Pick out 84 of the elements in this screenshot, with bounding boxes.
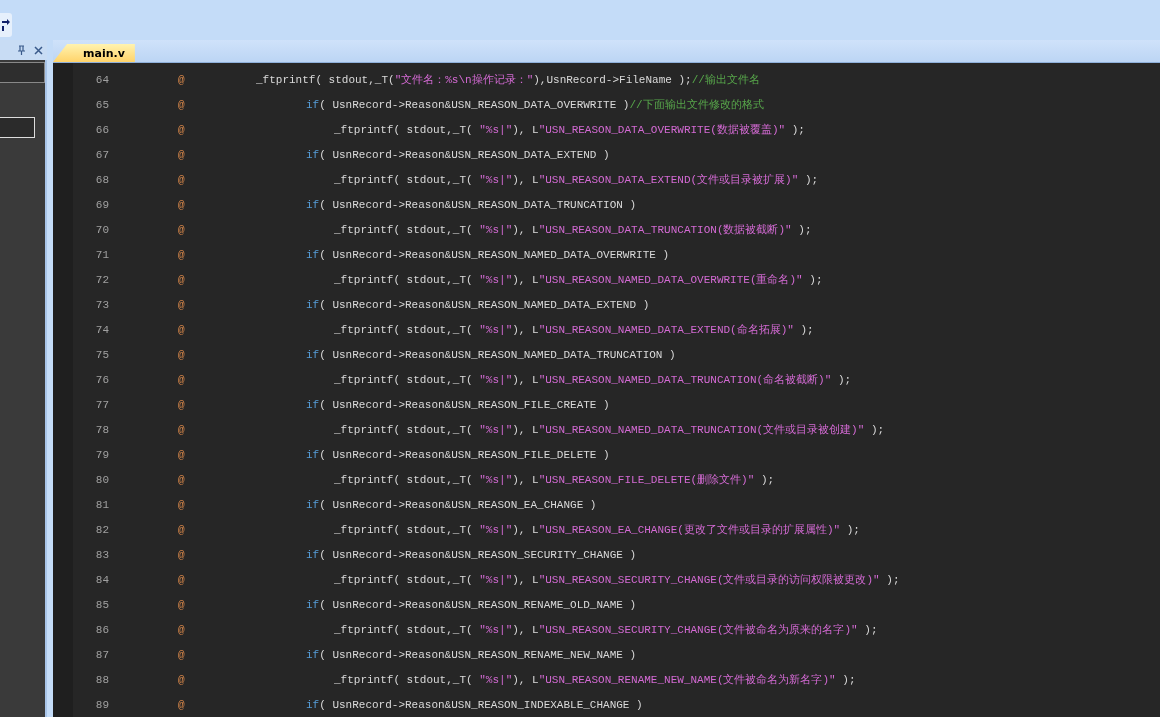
- line-number: 87: [94, 648, 109, 661]
- line-number: 88: [94, 673, 109, 686]
- line-marker: @: [178, 373, 186, 386]
- line-marker: @: [178, 98, 186, 111]
- line-marker: @: [178, 423, 186, 436]
- line-marker: @: [178, 448, 186, 461]
- line-number: 84: [94, 573, 109, 586]
- code-line: _ftprintf( stdout,_T( "%s|"), L"USN_REASON_NAMED_DATA_EXTEND(命名拓展)" );: [334, 323, 814, 337]
- code-line: if( UsnRecord->Reason&USN_REASON_RENAME_NEW_NAME ): [306, 648, 637, 661]
- line-number: 85: [94, 598, 109, 611]
- line-marker: @: [178, 198, 186, 211]
- line-marker: @: [178, 123, 186, 136]
- code-line: if( UsnRecord->Reason&USN_REASON_DATA_EXTEND ): [306, 148, 610, 161]
- line-marker: @: [178, 298, 186, 311]
- line-marker: @: [178, 148, 186, 161]
- line-number: 75: [94, 348, 109, 361]
- line-number: 81: [94, 498, 109, 511]
- line-marker: @: [178, 523, 186, 536]
- code-line: if( UsnRecord->Reason&USN_REASON_DATA_TRUNCATION ): [306, 198, 637, 211]
- code-line: _ftprintf( stdout,_T( "%s|"), L"USN_REASON_DATA_EXTEND(文件或目录被扩展)" );: [334, 173, 819, 187]
- code-line: _ftprintf( stdout,_T( "%s|"), L"USN_REASON_NAMED_DATA_OVERWRITE(重命名)" );: [334, 273, 823, 287]
- line-marker: @: [178, 573, 186, 586]
- code-line: if( UsnRecord->Reason&USN_REASON_INDEXABLE_CHANGE ): [306, 698, 643, 711]
- code-line: _ftprintf( stdout,_T( "%s|"), L"USN_REASON_FILE_DELETE(删除文件)" );: [334, 473, 775, 487]
- line-number: 83: [94, 548, 109, 561]
- line-marker: @: [178, 323, 186, 336]
- line-marker: @: [178, 548, 186, 561]
- line-marker: @: [178, 623, 186, 636]
- line-number: 68: [94, 173, 109, 186]
- arrow-icon: [2, 19, 10, 31]
- line-marker: @: [178, 173, 186, 186]
- code-line: if( UsnRecord->Reason&USN_REASON_DATA_OVERWRITE )//下面输出文件修改的格式: [306, 98, 764, 112]
- code-line: _ftprintf( stdout,_T( "%s|"), L"USN_REASON_EA_CHANGE(更改了文件或目录的扩展属性)" );: [334, 523, 860, 537]
- toolbar-button[interactable]: [0, 13, 12, 37]
- line-number: 69: [94, 198, 109, 211]
- code-line: if( UsnRecord->Reason&USN_REASON_SECURITY_CHANGE ): [306, 548, 637, 561]
- code-line: _ftprintf( stdout,_T( "%s|"), L"USN_REASON_NAMED_DATA_TRUNCATION(命名被截断)" );: [334, 373, 852, 387]
- line-number: 78: [94, 423, 109, 436]
- code-line: _ftprintf( stdout,_T( "%s|"), L"USN_REASON_RENAME_NEW_NAME(文件被命名为新名字)" );: [334, 673, 856, 687]
- code-line: if( UsnRecord->Reason&USN_REASON_NAMED_DATA_EXTEND ): [306, 298, 650, 311]
- code-line: if( UsnRecord->Reason&USN_REASON_NAMED_DATA_OVERWRITE ): [306, 248, 670, 261]
- line-number: 77: [94, 398, 109, 411]
- code-line: _ftprintf( stdout,_T( "%s|"), L"USN_REASON_SECURITY_CHANGE(文件或目录的访问权限被更改)" );: [334, 573, 900, 587]
- line-marker: @: [178, 398, 186, 411]
- line-marker: @: [178, 498, 186, 511]
- line-marker: @: [178, 348, 186, 361]
- line-number: 80: [94, 473, 109, 486]
- line-number: 86: [94, 623, 109, 636]
- line-marker: @: [178, 648, 186, 661]
- line-number: 64: [94, 73, 109, 86]
- code-line: _ftprintf( stdout,_T( "%s|"), L"USN_REASON_NAMED_DATA_TRUNCATION(文件或目录被创建)" );: [334, 423, 885, 437]
- line-number: 70: [94, 223, 109, 236]
- code-line: if( UsnRecord->Reason&USN_REASON_FILE_DELETE ): [306, 448, 610, 461]
- line-number: 79: [94, 448, 109, 461]
- line-number: 66: [94, 123, 109, 136]
- line-number: 76: [94, 373, 109, 386]
- line-marker: @: [178, 223, 186, 236]
- code-line: _ftprintf( stdout,_T( "%s|"), L"USN_REASON_DATA_TRUNCATION(数据被截断)" );: [334, 223, 812, 237]
- line-number: 65: [94, 98, 109, 111]
- line-number: 72: [94, 273, 109, 286]
- line-marker: @: [178, 598, 186, 611]
- code-line: _ftprintf( stdout,_T( "%s|"), L"USN_REASON_SECURITY_CHANGE(文件被命名为原来的名字)" );: [334, 623, 878, 637]
- code-line: if( UsnRecord->Reason&USN_REASON_NAMED_DATA_TRUNCATION ): [306, 348, 676, 361]
- line-marker: @: [178, 473, 186, 486]
- line-number: 89: [94, 698, 109, 711]
- line-number: 67: [94, 148, 109, 161]
- line-marker: @: [178, 698, 186, 711]
- line-number: 74: [94, 323, 109, 336]
- line-marker: @: [178, 73, 186, 86]
- line-number: 73: [94, 298, 109, 311]
- code-line: if( UsnRecord->Reason&USN_REASON_RENAME_OLD_NAME ): [306, 598, 637, 611]
- code-line: _ftprintf( stdout,_T("文件名：%s\n操作记录："),UsnRecord->FileName );//输出文件名: [256, 73, 760, 87]
- line-marker: @: [178, 273, 186, 286]
- line-number: 71: [94, 248, 109, 261]
- line-number: 82: [94, 523, 109, 536]
- code-line: if( UsnRecord->Reason&USN_REASON_EA_CHANGE ): [306, 498, 597, 511]
- close-icon[interactable]: [34, 45, 43, 55]
- code-line: if( UsnRecord->Reason&USN_REASON_FILE_CREATE ): [306, 398, 610, 411]
- code-line: _ftprintf( stdout,_T( "%s|"), L"USN_REASON_DATA_OVERWRITE(数据被覆盖)" );: [334, 122, 805, 137]
- input-field[interactable]: [0, 62, 45, 83]
- line-marker: @: [178, 248, 186, 261]
- line-marker: @: [178, 673, 186, 686]
- pin-icon[interactable]: [17, 45, 26, 55]
- file-tab[interactable]: main.v: [53, 44, 135, 62]
